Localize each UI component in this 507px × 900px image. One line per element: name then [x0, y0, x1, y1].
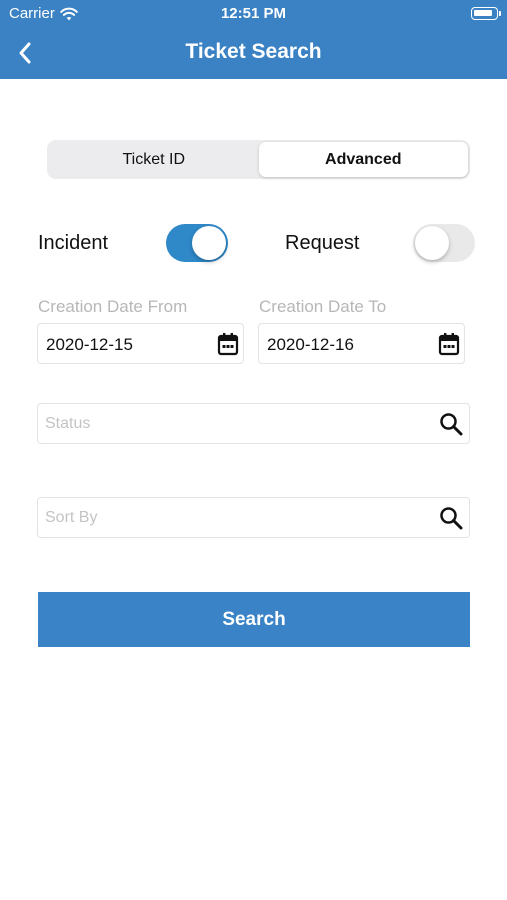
- creation-date-to-value: 2020-12-16: [267, 335, 354, 354]
- search-button[interactable]: Search: [38, 592, 470, 647]
- creation-date-to-field[interactable]: 2020-12-16: [258, 323, 465, 364]
- creation-date-to-label: Creation Date To: [259, 297, 387, 316]
- status-input[interactable]: [45, 404, 425, 443]
- request-toggle[interactable]: [413, 224, 475, 262]
- navigation-bar: Ticket Search: [0, 28, 507, 79]
- sort-by-field[interactable]: [37, 497, 470, 538]
- toggle-knob: [192, 226, 226, 260]
- creation-date-from-value: 2020-12-15: [46, 335, 133, 354]
- toggle-knob: [415, 226, 449, 260]
- status-time: 12:51 PM: [220, 5, 287, 22]
- incident-label: Incident: [38, 232, 109, 254]
- calendar-icon[interactable]: [438, 332, 460, 356]
- request-label: Request: [285, 232, 360, 254]
- creation-date-from-field[interactable]: 2020-12-15: [37, 323, 244, 364]
- search-icon[interactable]: [439, 506, 463, 530]
- status-field[interactable]: [37, 403, 470, 444]
- sort-by-input[interactable]: [45, 498, 425, 537]
- page-title: Ticket Search: [185, 40, 322, 63]
- tab-ticket-id[interactable]: Ticket ID: [49, 142, 259, 177]
- creation-date-from-label: Creation Date From: [38, 297, 188, 316]
- search-icon[interactable]: [439, 412, 463, 436]
- battery-icon: [471, 7, 501, 20]
- status-bar: Carrier 12:51 PM: [0, 0, 507, 28]
- app-header: Carrier 12:51 PM Ticket Search: [0, 0, 507, 79]
- tab-advanced[interactable]: Advanced: [258, 142, 468, 177]
- incident-toggle[interactable]: [166, 224, 228, 262]
- search-mode-segmented-control: Ticket ID Advanced: [47, 140, 470, 179]
- calendar-icon[interactable]: [217, 332, 239, 356]
